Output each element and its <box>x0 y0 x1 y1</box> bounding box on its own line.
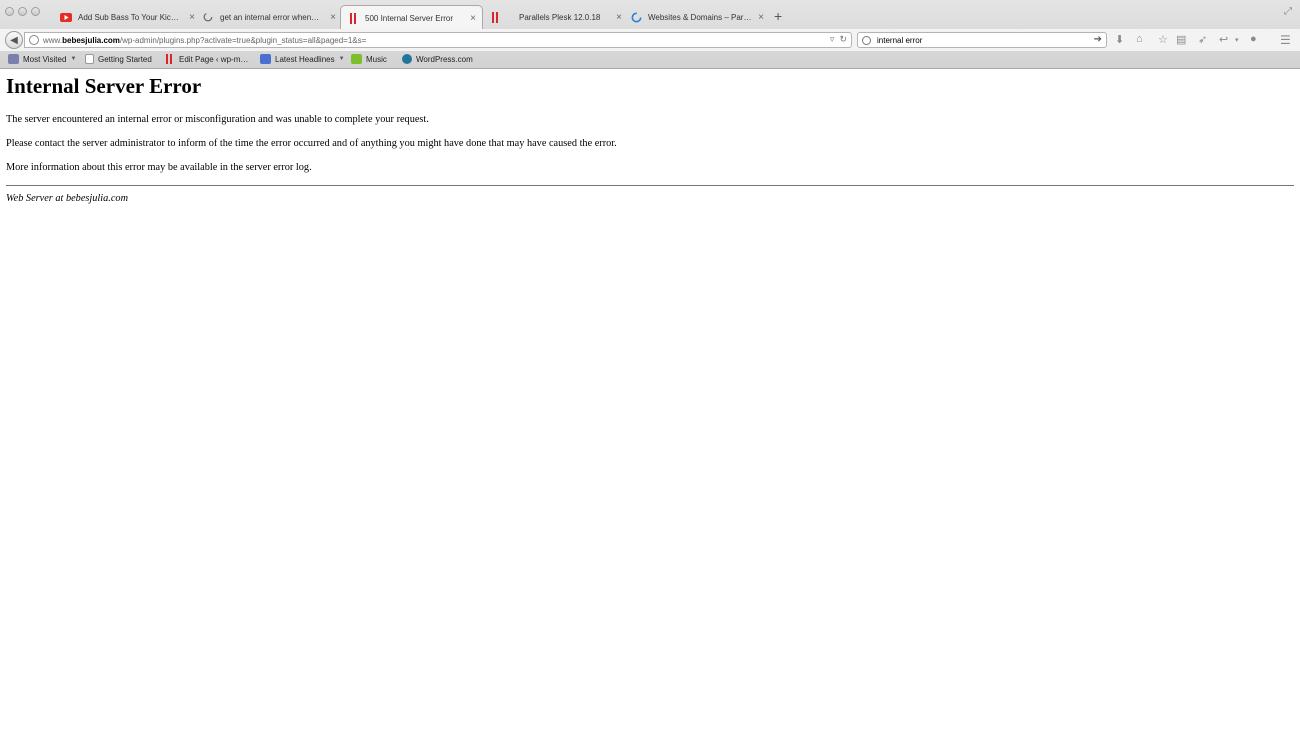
bookmark-label: Most Visited <box>23 54 67 64</box>
bookmark-most-visited[interactable]: Most Visited ▼ <box>8 54 76 64</box>
back-button[interactable]: ◀ <box>5 31 23 49</box>
new-tab-button[interactable]: + <box>774 8 782 24</box>
navigation-bar: ◀ www. bebesjulia.com /wp-admin/plugins.… <box>0 29 1300 51</box>
download-icon[interactable]: ⬇ <box>1115 33 1124 46</box>
dropdown-arrow-icon[interactable]: ▾ <box>1235 36 1239 44</box>
bookmark-label: Music <box>366 54 387 64</box>
bookmark-label: Edit Page ‹ wp-m… <box>179 54 249 64</box>
loading-spinner-icon <box>630 11 642 23</box>
url-prefix: www. <box>43 35 63 45</box>
error-log-text: More information about this error may be… <box>6 162 312 173</box>
tab-add-sub-bass[interactable]: Add Sub Bass To Your Kic… × <box>60 5 195 29</box>
tab-title: Add Sub Bass To Your Kic… <box>78 12 179 22</box>
window-minimize-button[interactable] <box>18 7 27 16</box>
parallels-icon <box>165 54 175 64</box>
tab-close-icon[interactable]: × <box>189 12 195 23</box>
divider <box>6 185 1294 186</box>
chevron-down-icon: ▼ <box>70 56 77 62</box>
menu-icon[interactable]: ☰ <box>1280 33 1291 47</box>
tab-close-icon[interactable]: × <box>470 13 476 24</box>
parallels-icon <box>347 12 359 24</box>
parallels-icon <box>489 11 501 23</box>
wordpress-icon <box>402 54 412 64</box>
tab-close-icon[interactable]: × <box>616 12 622 23</box>
url-domain: bebesjulia.com <box>62 35 120 45</box>
bookmark-latest-headlines[interactable]: Latest Headlines ▼ <box>260 54 345 64</box>
bookmark-wordpress[interactable]: WordPress.com <box>402 54 473 64</box>
reload-icon[interactable]: ↻ <box>839 34 847 44</box>
most-visited-icon <box>8 54 19 64</box>
contact-admin-text: Please contact the server administrator … <box>6 138 617 149</box>
tab-title: 500 Internal Server Error <box>365 13 454 23</box>
tab-title: Websites & Domains – Par… <box>648 12 752 22</box>
search-icon <box>862 35 871 45</box>
bookmark-label: WordPress.com <box>416 54 473 64</box>
chevron-down-icon: ▼ <box>338 56 345 62</box>
bookmark-star-icon[interactable]: ☆ <box>1158 33 1168 46</box>
send-icon[interactable]: ➶ <box>1198 33 1207 46</box>
tab-close-icon[interactable]: × <box>758 12 764 23</box>
tab-websites-domains[interactable]: Websites & Domains – Par… × <box>630 5 764 29</box>
tab-strip: Add Sub Bass To Your Kic… × get an inter… <box>0 0 1300 30</box>
youtube-icon <box>60 11 72 23</box>
globe-icon <box>29 35 39 45</box>
back-arrow-icon: ◀ <box>10 34 18 46</box>
tab-title: Parallels Plesk 12.0.18 <box>519 12 601 22</box>
bookmark-music[interactable]: Music <box>351 54 387 64</box>
share-icon[interactable]: ↩ <box>1219 33 1228 46</box>
tab-500-error[interactable]: 500 Internal Server Error × <box>340 5 483 30</box>
search-input-value: internal error <box>877 35 923 45</box>
page-content: Internal Server Error The server encount… <box>0 69 1300 731</box>
fullscreen-icon[interactable]: ⤢ <box>1284 6 1292 17</box>
error-description: The server encountered an internal error… <box>6 114 429 125</box>
tab-close-icon[interactable]: × <box>330 12 336 23</box>
history-dropdown-icon[interactable]: ▿ <box>830 34 835 44</box>
music-icon <box>351 54 362 64</box>
bookmarks-list-icon[interactable]: ▤ <box>1176 33 1186 46</box>
bookmark-label: Getting Started <box>98 54 152 64</box>
chat-icon[interactable]: ● <box>1250 33 1257 45</box>
bookmark-edit-page[interactable]: Edit Page ‹ wp-m… <box>165 54 248 64</box>
url-bar[interactable]: www. bebesjulia.com /wp-admin/plugins.ph… <box>24 32 852 48</box>
server-signature: Web Server at bebesjulia.com <box>6 193 129 204</box>
bookmark-label: Latest Headlines <box>275 54 335 64</box>
url-path: /wp-admin/plugins.php?activate=true&plug… <box>119 35 367 45</box>
tab-parallels-plesk[interactable]: Parallels Plesk 12.0.18 × <box>489 5 622 29</box>
tab-internal-error-question[interactable]: get an internal error when… × <box>202 5 336 29</box>
bookmarks-toolbar: Most Visited ▼ Getting Started Edit Page… <box>0 51 1300 68</box>
home-icon[interactable]: ⌂ <box>1136 33 1143 45</box>
window-close-button[interactable] <box>5 7 14 16</box>
rss-icon <box>260 54 271 64</box>
page-title: Internal Server Error <box>6 74 202 98</box>
loading-circle-icon <box>202 11 214 23</box>
tab-title: get an internal error when… <box>220 12 320 22</box>
search-go-icon[interactable]: ➔ <box>1094 34 1102 45</box>
search-bar[interactable]: internal error ➔ <box>857 32 1107 48</box>
browser-chrome: Add Sub Bass To Your Kic… × get an inter… <box>0 0 1300 69</box>
url-bar-actions: ▿ ↻ <box>830 34 847 45</box>
page-icon <box>85 54 94 64</box>
bookmark-getting-started[interactable]: Getting Started <box>85 54 152 64</box>
window-zoom-button[interactable] <box>31 7 40 16</box>
